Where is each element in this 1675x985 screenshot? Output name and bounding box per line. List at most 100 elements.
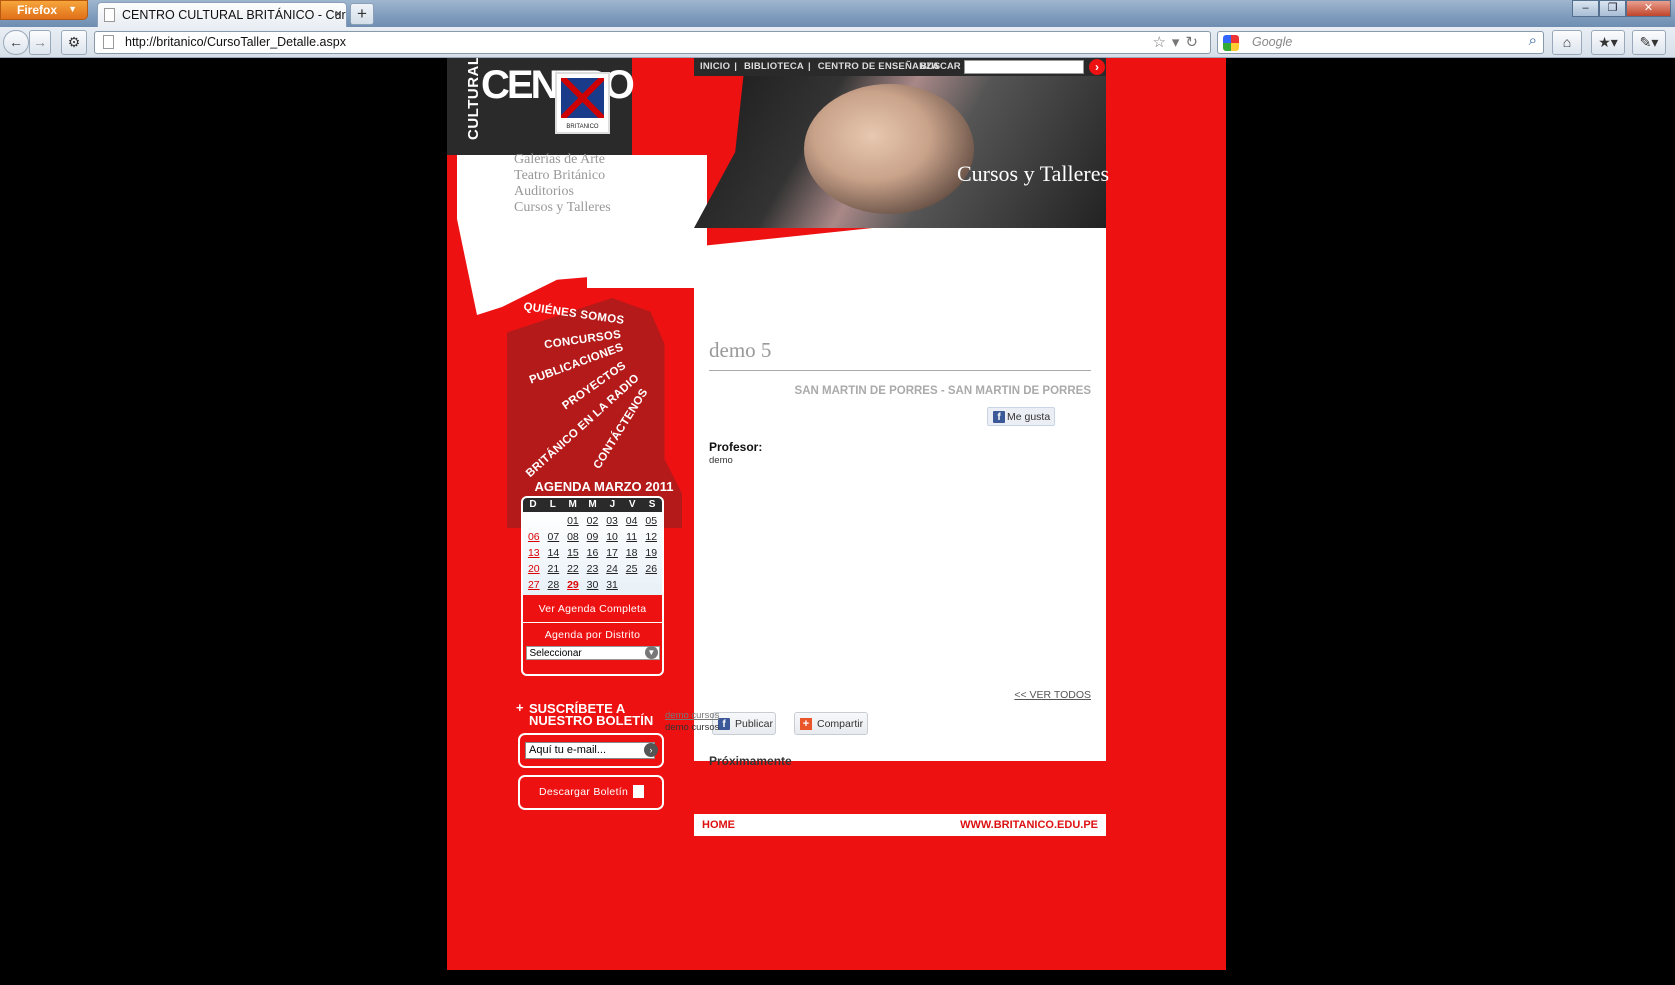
like-button[interactable]: f Me gusta bbox=[987, 407, 1055, 426]
ver-todos-link[interactable]: << VER TODOS bbox=[1014, 689, 1091, 701]
section-nav: Galerías de Arte Teatro Británico Audito… bbox=[514, 152, 611, 216]
minimize-window-button[interactable]: – bbox=[1572, 0, 1599, 17]
search-label: BUSCAR bbox=[920, 61, 961, 72]
profesor-label: Profesor: bbox=[709, 440, 763, 454]
calendar-day[interactable]: 17 bbox=[602, 546, 622, 561]
calendar-day[interactable]: 24 bbox=[602, 562, 622, 577]
chevron-down-icon: ▼ bbox=[68, 4, 77, 14]
calendar-day[interactable]: 15 bbox=[563, 546, 583, 561]
footer-bar: HOME WWW.BRITANICO.EDU.PE bbox=[694, 814, 1106, 836]
top-nav-inicio[interactable]: INICIO bbox=[700, 61, 730, 72]
calendar-day[interactable]: 31 bbox=[602, 578, 622, 593]
location-text: SAN MARTIN DE PORRES - SAN MARTIN DE POR… bbox=[794, 385, 1091, 397]
google-icon bbox=[1223, 35, 1239, 51]
calendar-day[interactable]: 28 bbox=[544, 578, 564, 593]
home-icon[interactable]: ⌂ bbox=[1552, 30, 1582, 55]
bookmark-star-icon[interactable]: ☆▾↻ bbox=[1152, 33, 1204, 51]
calendar-weekdays: D L M M J V S bbox=[523, 498, 662, 512]
calendar-day[interactable]: 11 bbox=[622, 530, 642, 545]
firefox-menu-button[interactable]: Firefox ▼ bbox=[0, 0, 88, 20]
search-bar[interactable]: Google ⌕ bbox=[1217, 31, 1544, 54]
close-window-button[interactable]: ✕ bbox=[1626, 0, 1671, 17]
calendar-day[interactable]: 04 bbox=[622, 514, 642, 529]
footer-url: WWW.BRITANICO.EDU.PE bbox=[960, 819, 1098, 831]
calendar-day[interactable]: 21 bbox=[544, 562, 564, 577]
browser-tab[interactable]: CENTRO CULTURAL BRITÁNICO - Curso... × bbox=[97, 2, 347, 27]
calendar-day[interactable]: 10 bbox=[602, 530, 622, 545]
calendar-title: AGENDA MARZO 2011 bbox=[534, 479, 674, 494]
calendar-day[interactable]: 20 bbox=[524, 562, 544, 577]
tab-title: CENTRO CULTURAL BRITÁNICO - Curso... bbox=[122, 8, 347, 22]
calendar-day[interactable]: 14 bbox=[544, 546, 564, 561]
calendar-day bbox=[524, 514, 544, 529]
calendar-day[interactable]: 03 bbox=[602, 514, 622, 529]
profesor-value: demo bbox=[709, 455, 733, 466]
url-text: http://britanico/CursoTaller_Detalle.asp… bbox=[125, 35, 346, 49]
agenda-distrito-label: Agenda por Distrito bbox=[544, 629, 641, 641]
calendar-day[interactable]: 06 bbox=[524, 530, 544, 545]
banner-image bbox=[694, 76, 1106, 228]
calendar-day[interactable]: 05 bbox=[641, 514, 661, 529]
agenda-distrito: Agenda por Distrito Seleccionar ▼ bbox=[523, 623, 662, 674]
top-nav: INICIO | BIBLIOTECA | CENTRO DE ENSEÑANZA … bbox=[694, 58, 1106, 76]
forward-button[interactable]: → bbox=[29, 30, 51, 55]
publicar-button[interactable]: f Publicar bbox=[712, 712, 776, 735]
ver-agenda-link[interactable]: Ver Agenda Completa bbox=[523, 595, 662, 623]
section-nav-item[interactable]: Auditorios bbox=[514, 184, 611, 200]
calendar-day[interactable]: 23 bbox=[583, 562, 603, 577]
calendar-days: 01 02 03 04 05 06 07 08 09 10 11 12 13 14 15 16 17 18 19 20… bbox=[523, 512, 662, 595]
calendar-day[interactable]: 26 bbox=[641, 562, 661, 577]
addon-icon[interactable]: ⚙ bbox=[61, 30, 87, 55]
top-nav-biblioteca[interactable]: BIBLIOTECA bbox=[744, 61, 804, 72]
logo-cultural: CULTURAL bbox=[465, 58, 482, 140]
section-nav-item[interactable]: Teatro Británico bbox=[514, 168, 611, 184]
section-nav-item[interactable]: Galerías de Arte bbox=[514, 152, 611, 168]
calendar-day[interactable]: 19 bbox=[641, 546, 661, 561]
site-logo[interactable]: CULTURAL CENTRO BRITANICO bbox=[447, 58, 635, 155]
section-nav-item[interactable]: Cursos y Talleres bbox=[514, 200, 611, 216]
footer-home-link[interactable]: HOME bbox=[702, 819, 735, 831]
calendar-day[interactable]: 07 bbox=[544, 530, 564, 545]
download-newsletter-button[interactable]: Descargar Boletín bbox=[518, 775, 664, 810]
district-select[interactable]: Seleccionar bbox=[525, 646, 660, 660]
dancer-figure bbox=[804, 84, 974, 214]
web-page: CULTURAL CENTRO BRITANICO Galerías de Ar… bbox=[447, 58, 1226, 970]
proximamente-text: demo cursos bbox=[665, 722, 720, 733]
calendar-day bbox=[641, 578, 661, 593]
calendar-day[interactable]: 30 bbox=[583, 578, 603, 593]
calendar-day[interactable]: 01 bbox=[563, 514, 583, 529]
calendar-day[interactable]: 25 bbox=[622, 562, 642, 577]
submit-arrow-icon[interactable]: › bbox=[644, 743, 658, 757]
calendar-day[interactable]: 29 bbox=[563, 578, 583, 593]
close-tab-icon[interactable]: × bbox=[334, 6, 342, 21]
chevron-down-icon: ▼ bbox=[645, 646, 658, 659]
calendar-day bbox=[544, 514, 564, 529]
restore-window-button[interactable]: ❐ bbox=[1599, 0, 1626, 17]
calendar-day[interactable]: 13 bbox=[524, 546, 544, 561]
search-go-button[interactable]: › bbox=[1089, 59, 1105, 75]
proximamente-link[interactable]: demo cursos bbox=[665, 710, 719, 721]
email-field[interactable] bbox=[525, 741, 655, 759]
addons-icon[interactable]: ✎▾ bbox=[1632, 30, 1666, 55]
facebook-icon: f bbox=[718, 718, 730, 730]
bookmarks-icon[interactable]: ★▾ bbox=[1591, 30, 1625, 55]
compartir-button[interactable]: + Compartir bbox=[794, 712, 868, 735]
calendar-day bbox=[622, 578, 642, 593]
banner-title: Cursos y Talleres bbox=[957, 161, 1110, 186]
search-icon[interactable]: ⌕ bbox=[1529, 32, 1537, 49]
back-button[interactable]: ← bbox=[3, 30, 29, 55]
logo-britanico: BRITANICO bbox=[566, 124, 599, 130]
new-tab-button[interactable]: + bbox=[350, 3, 374, 25]
site-search-input[interactable] bbox=[964, 60, 1084, 74]
calendar-day[interactable]: 18 bbox=[622, 546, 642, 561]
newsletter-heading: + SUSCRÍBETE A NUESTRO BOLETÍN bbox=[516, 700, 654, 728]
calendar-day[interactable]: 09 bbox=[583, 530, 603, 545]
address-bar[interactable]: http://britanico/CursoTaller_Detalle.asp… bbox=[94, 31, 1211, 54]
calendar-day[interactable]: 02 bbox=[583, 514, 603, 529]
calendar-day[interactable]: 08 bbox=[563, 530, 583, 545]
calendar-day[interactable]: 27 bbox=[524, 578, 544, 593]
calendar-day[interactable]: 22 bbox=[563, 562, 583, 577]
calendar-day[interactable]: 12 bbox=[641, 530, 661, 545]
calendar-widget: D L M M J V S 01 02 03 04 05 06 07 08 09 10 11 12 13… bbox=[521, 496, 664, 676]
calendar-day[interactable]: 16 bbox=[583, 546, 603, 561]
